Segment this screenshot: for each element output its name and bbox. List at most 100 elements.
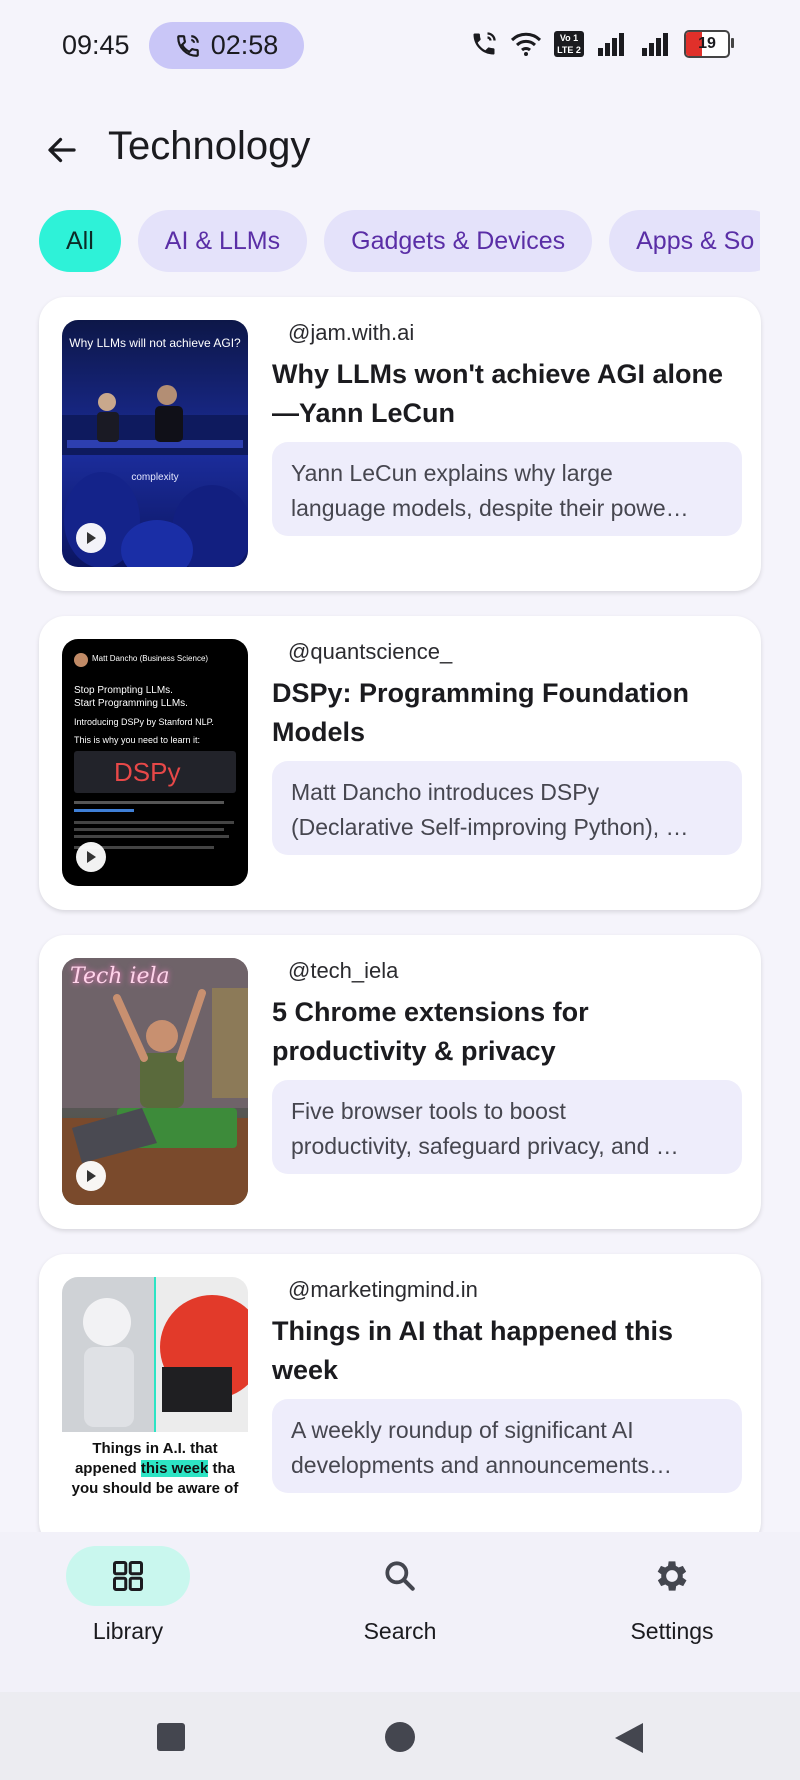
headline-part: appened	[74, 1460, 141, 1477]
home-button[interactable]	[383, 1722, 417, 1761]
system-navigation-bar	[0, 1692, 800, 1780]
chip-ai-llms[interactable]: AI & LLMs	[137, 210, 308, 272]
volte-icon: Vo 1 LTE 2	[554, 31, 584, 57]
thumbnail-line: Introducing DSPy by Stanford NLP.	[74, 717, 214, 727]
nav-label: Library	[92, 1618, 164, 1644]
volte-line2: LTE 2	[557, 45, 581, 55]
category-filter-chips[interactable]: All AI & LLMs Gadgets & Devices Apps & S…	[39, 210, 760, 272]
thumbnail-headline: Things in A.I. that	[92, 1440, 218, 1457]
back-nav-button[interactable]	[613, 1722, 645, 1759]
play-icon	[87, 532, 96, 544]
back-button[interactable]	[42, 130, 82, 170]
call-timer: 02:58	[210, 30, 279, 60]
arrow-left-icon	[48, 137, 76, 163]
author-handle: @quantscience_	[288, 639, 453, 664]
dspy-banner: DSPy	[74, 751, 236, 793]
play-button[interactable]	[76, 842, 106, 872]
card-title: Things in AI that happened this week	[272, 1316, 673, 1385]
play-icon	[87, 1170, 96, 1182]
status-icons: Vo 1 LTE 2 19	[470, 30, 734, 58]
summary-line: Five browser tools to boost	[291, 1098, 566, 1124]
text-line	[74, 828, 224, 831]
battery-level: 19	[698, 35, 716, 52]
card-title: Why LLMs won't achieve AGI alone—Yann Le…	[272, 359, 723, 428]
nav-item-library[interactable]: Library	[28, 1546, 228, 1645]
page-title: Technology	[108, 124, 311, 168]
phone-call-icon	[473, 32, 496, 55]
gear-icon	[657, 1561, 687, 1591]
nav-label: Settings	[630, 1618, 714, 1644]
card-summary: A weekly roundup of significant AI devel…	[272, 1399, 742, 1493]
video-thumbnail[interactable]: Why LLMs will not achieve AGI? complexit…	[62, 320, 248, 567]
text-line	[74, 835, 229, 838]
neon-sign: Tech iela	[70, 964, 170, 989]
headline-part: tha	[208, 1460, 236, 1477]
video-thumbnail[interactable]: Tech iela	[62, 958, 248, 1205]
nav-label: Search	[363, 1618, 437, 1644]
summary-line: productivity, safeguard privacy, and …	[291, 1133, 679, 1159]
video-thumbnail[interactable]: Matt Dancho (Business Science) Stop Prom…	[62, 639, 248, 886]
dspy-logo: DSPy	[114, 757, 181, 787]
card-summary: Yann LeCun explains why large language m…	[272, 442, 742, 536]
text-line	[74, 821, 234, 824]
headline-highlight: this week	[140, 1460, 209, 1477]
card-title: DSPy: Programming Foundation Models	[272, 678, 690, 747]
summary-line: language models, despite their powe…	[291, 495, 689, 521]
square-icon	[157, 1723, 185, 1751]
top-app-bar: Technology	[0, 112, 800, 184]
card-title: 5 Chrome extensions for productivity & p…	[272, 997, 589, 1066]
phone-call-icon	[176, 34, 199, 57]
summary-line: Yann LeCun explains why large	[291, 460, 613, 486]
summary-line: A weekly roundup of significant AI	[291, 1417, 634, 1443]
chip-all[interactable]: All	[39, 210, 121, 272]
search-icon	[385, 1561, 415, 1591]
circle-icon	[385, 1722, 415, 1752]
status-time: 09:45	[62, 30, 130, 60]
video-card[interactable]: Tech iela @tech_iela 5 Chrome extensions…	[39, 935, 761, 1229]
thumbnail-headline-2: appened this week tha	[62, 1460, 248, 1477]
ongoing-call-pill[interactable]: 02:58	[149, 22, 304, 69]
thumbnail-line: This is why you need to learn it:	[74, 735, 201, 745]
play-button[interactable]	[76, 1161, 106, 1191]
wifi-icon	[510, 32, 542, 56]
author-handle: @marketingmind.in	[288, 1277, 478, 1302]
nav-item-search[interactable]: Search	[300, 1546, 500, 1645]
video-thumbnail[interactable]: Things in A.I. that appened this week th…	[62, 1277, 248, 1524]
nav-indicator	[610, 1546, 734, 1606]
video-card[interactable]: Things in A.I. that appened this week th…	[39, 1254, 761, 1548]
author-handle: @jam.with.ai	[288, 320, 415, 345]
battery-icon: 19	[684, 30, 734, 58]
thumbnail-subcaption: complexity	[131, 472, 179, 483]
thumbnail-caption: Why LLMs will not achieve AGI?	[69, 336, 241, 350]
thumbnail-header: Matt Dancho (Business Science)	[92, 654, 209, 663]
text-line	[74, 801, 224, 804]
summary-line: developments and announcements…	[291, 1452, 673, 1478]
nav-item-settings[interactable]: Settings	[572, 1546, 772, 1645]
thumbnail-headline: you should be aware of	[71, 1480, 239, 1497]
card-summary: Five browser tools to boost productivity…	[272, 1080, 742, 1174]
author-handle: @tech_iela	[288, 958, 399, 983]
video-card[interactable]: Matt Dancho (Business Science) Stop Prom…	[39, 616, 761, 910]
signal-icon	[598, 33, 624, 56]
recents-button[interactable]	[156, 1722, 186, 1757]
nav-indicator	[66, 1546, 190, 1606]
status-bar: 09:45 02:58 Vo 1 LTE 2 19	[0, 0, 800, 92]
chip-apps-software[interactable]: Apps & So	[609, 210, 760, 272]
video-card[interactable]: Why LLMs will not achieve AGI? complexit…	[39, 297, 761, 591]
text-line	[74, 809, 134, 812]
thumbnail-line: Stop Prompting LLMs.	[74, 685, 173, 696]
triangle-back-icon	[615, 1723, 643, 1753]
volte-line1: Vo 1	[559, 33, 579, 43]
nav-indicator	[338, 1546, 462, 1606]
bottom-navigation-bar: Library Search Settings	[0, 1532, 800, 1692]
chip-gadgets-devices[interactable]: Gadgets & Devices	[324, 210, 593, 272]
signal-icon	[642, 33, 668, 56]
thumbnail-line: Start Programming LLMs.	[74, 698, 188, 709]
grid-icon	[113, 1561, 143, 1591]
card-summary: Matt Dancho introduces DSPy (Declarative…	[272, 761, 742, 855]
summary-line: (Declarative Self-improving Python), …	[291, 814, 689, 840]
summary-line: Matt Dancho introduces DSPy	[291, 779, 600, 805]
play-icon	[87, 851, 96, 863]
play-button[interactable]	[76, 523, 106, 553]
avatar	[74, 653, 88, 667]
